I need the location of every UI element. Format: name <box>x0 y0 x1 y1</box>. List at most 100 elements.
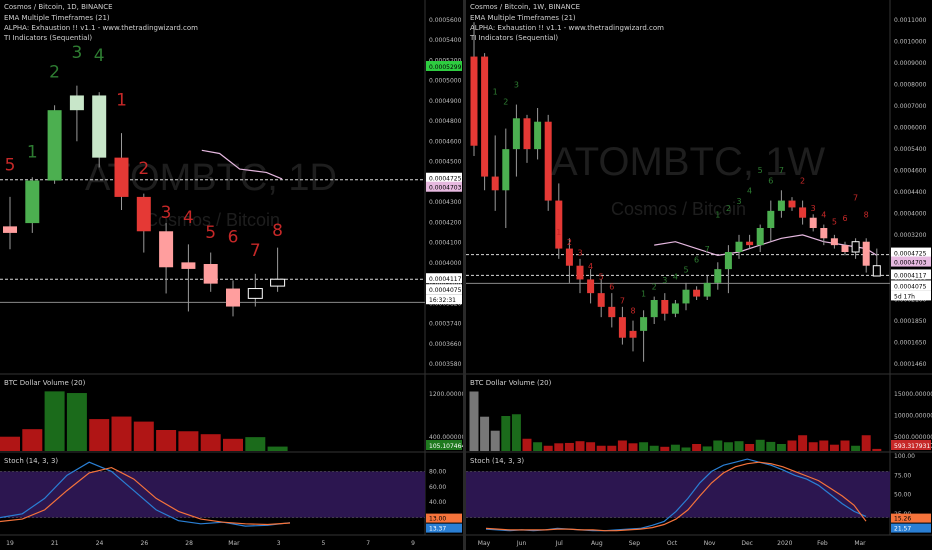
price-axis-label: 0.0004600 <box>894 168 927 175</box>
volume-bar <box>734 441 744 451</box>
td-sequential-label: 3 <box>514 80 519 89</box>
candle-body <box>3 226 17 233</box>
price-axis-label: 0.0001460 <box>894 361 927 368</box>
volume-bar <box>766 441 776 451</box>
time-axis-label: Oct <box>667 540 678 547</box>
td-sequential-label: 3 <box>811 204 816 213</box>
stoch-tag-d: 15.26 <box>894 516 911 523</box>
volume-bar <box>480 416 490 451</box>
volume-bar <box>776 444 786 451</box>
stoch-axis-label: 60.00 <box>429 484 446 491</box>
price-tag-4: 0.0004075 <box>894 283 927 290</box>
td-sequential-label: 6 <box>768 176 773 185</box>
td-sequential-label: 2 <box>138 159 149 179</box>
td-sequential-label: 6 <box>694 255 699 264</box>
price-axis-label: 0.0007000 <box>894 103 927 110</box>
candle-body <box>502 149 510 191</box>
td-sequential-label: 3 <box>736 197 741 206</box>
td-sequential-label: 2 <box>726 204 731 213</box>
stoch-tag-k: 13.37 <box>429 526 446 533</box>
panel-divider[interactable] <box>463 0 466 550</box>
candle-body <box>746 241 754 246</box>
td-sequential-label: 5 <box>599 272 604 281</box>
right-stoch-label: Stoch (14, 3, 3) <box>470 457 525 465</box>
candle-body <box>735 241 743 252</box>
volume-bar <box>723 442 733 451</box>
price-tag-3: 0.0004117 <box>894 272 927 279</box>
td-sequential-label: 5 <box>5 156 16 176</box>
time-axis-label: 28 <box>185 540 193 547</box>
td-sequential-label: 6 <box>609 283 614 292</box>
candle-body <box>565 248 573 266</box>
candle-body <box>788 200 796 208</box>
volume-bar <box>660 446 670 451</box>
price-axis-label: 0.0005400 <box>894 146 927 153</box>
volume-bar <box>670 444 680 451</box>
volume-bar <box>490 430 500 451</box>
td-sequential-label: 4 <box>747 187 752 196</box>
td-sequential-label: 8 <box>272 221 283 241</box>
price-axis-label: 0.0004300 <box>429 199 462 206</box>
price-axis-label: 0.0004900 <box>429 98 462 105</box>
volume-bar <box>44 391 65 451</box>
volume-bar <box>267 446 288 451</box>
time-axis-label: Aug <box>591 540 603 547</box>
candle-body <box>640 317 648 331</box>
watermark: ATOMBTC, 1W <box>551 140 825 184</box>
candle-body <box>159 231 174 268</box>
stoch-band <box>466 471 890 518</box>
volume-bar <box>564 442 574 451</box>
volume-bar <box>713 440 723 451</box>
left-chart-svg: ATOMBTC, 1DCosmos / Bitcoin0.00056000.00… <box>0 0 463 550</box>
right-ti-label: TI Indicators (Sequential) <box>470 34 559 42</box>
price-axis-label: 0.0009000 <box>894 60 927 67</box>
price-axis-label: 0.0003580 <box>429 361 462 368</box>
td-sequential-label: 4 <box>821 211 826 220</box>
price-axis-label: 0.0005400 <box>429 37 462 44</box>
time-axis-label: Jul <box>555 540 564 547</box>
volume-bar <box>692 444 702 451</box>
price-axis-label: 0.0003200 <box>894 232 927 239</box>
time-axis-label: Mar <box>854 540 866 547</box>
candle-body <box>481 56 489 177</box>
volume-bar <box>787 440 797 451</box>
time-axis-label: 2020 <box>777 540 792 547</box>
volume-bar <box>511 414 521 451</box>
td-sequential-label: 7 <box>779 166 784 175</box>
price-axis-label: 0.0004100 <box>429 240 462 247</box>
volume-bar <box>702 446 712 451</box>
stoch-axis-label: 50.00 <box>894 492 911 499</box>
volume-bar <box>533 442 543 451</box>
td-sequential-label: 2 <box>49 62 60 82</box>
td-sequential-label: 1 <box>556 228 561 237</box>
candle-body <box>69 95 84 111</box>
volume-bar <box>819 440 829 451</box>
td-sequential-label: 2 <box>800 176 805 185</box>
time-axis-label: 24 <box>96 540 104 547</box>
candle-body <box>851 241 860 253</box>
candle-body <box>512 118 520 150</box>
time-axis-label: 19 <box>6 540 14 547</box>
right-chart-panel[interactable]: ATOMBTC, 1W Cosmos / Bitcoin 0.0011000 0.00… <box>466 0 932 550</box>
stoch-axis-label: 80.00 <box>429 468 446 475</box>
td-sequential-label: 5 <box>683 266 688 275</box>
volume-bar <box>89 419 110 451</box>
time-axis-label: 7 <box>366 540 370 547</box>
candle-body <box>703 282 711 297</box>
volume-bar <box>798 435 808 451</box>
volume-axis-label: 1200.000000 <box>429 391 463 398</box>
td-sequential-label: 1 <box>493 87 498 96</box>
left-chart-panel[interactable]: ATOMBTC, 1D Cosmos / Bitcoin 0.0005600 0.00… <box>0 0 463 550</box>
volume-bar <box>543 445 553 451</box>
candle-body <box>872 265 881 277</box>
candle-body <box>92 95 107 158</box>
volume-bar <box>223 438 243 451</box>
right-chart-svg: ATOMBTC, 1WCosmos / Bitcoin0.00110000.00… <box>466 0 932 550</box>
candle-body <box>114 157 129 197</box>
stoch-tag-k: 21.57 <box>894 526 911 533</box>
volume-bar <box>0 436 20 451</box>
candle-body <box>682 289 690 304</box>
volume-bar <box>745 444 755 451</box>
candle-body <box>767 210 775 228</box>
price-axis-label: 0.0004600 <box>429 138 462 145</box>
